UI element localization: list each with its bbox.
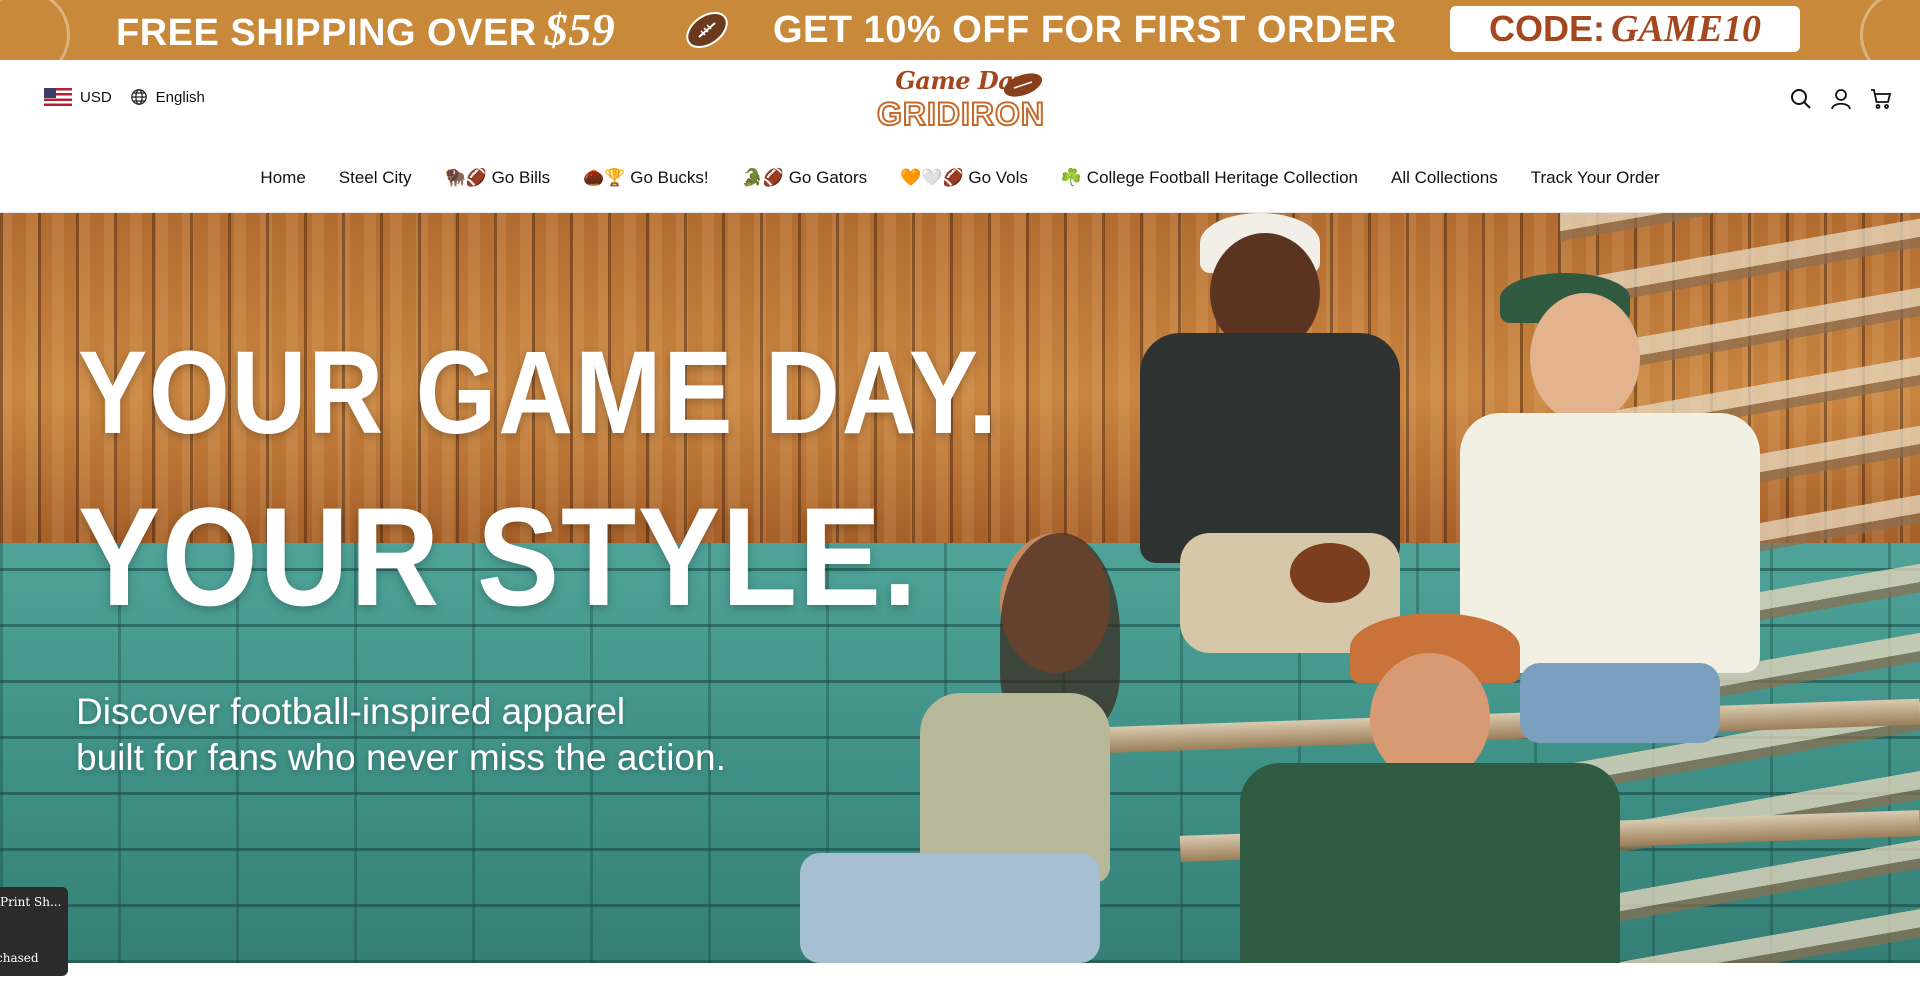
globe-icon (130, 89, 147, 105)
free-shipping-label: FREE SHIPPING OVER (116, 12, 537, 54)
nav-home[interactable]: Home (260, 168, 305, 188)
main-navigation: Home Steel City 🦬🏈 Go Bills 🌰🏆 Go Bucks!… (0, 156, 1920, 200)
nav-steel-city[interactable]: Steel City (339, 168, 412, 188)
first-order-discount-message: GET 10% OFF FOR FIRST ORDER (773, 9, 1397, 51)
popup-purchase-status: chased (0, 951, 39, 965)
promo-code-badge: CODE: GAME10 (1450, 6, 1800, 52)
nav-all-collections[interactable]: All Collections (1391, 168, 1498, 188)
hero-subtext-line-2: built for fans who never miss the action… (76, 737, 726, 778)
site-header: USD English Game Day GRIDIRON (0, 60, 1920, 142)
football-icon (1003, 73, 1043, 97)
nav-go-bucks[interactable]: 🌰🏆 Go Bucks! (583, 168, 708, 188)
popup-product-name: Print Sh... (0, 895, 62, 909)
hero-subtext-line-1: Discover football-inspired apparel (76, 691, 626, 732)
header-actions (1790, 88, 1892, 110)
hero-subtext: Discover football-inspired apparel built… (76, 689, 726, 781)
football-outline-decoration (1860, 0, 1920, 60)
hero-headline-line-1: YOUR GAME DAY. (78, 327, 999, 459)
logo-wordmark: GRIDIRON (876, 95, 1045, 133)
page-bottom-strip (0, 963, 1920, 993)
language-label: English (155, 88, 205, 106)
football-outline-decoration (0, 0, 70, 60)
currency-selector[interactable]: USD (44, 88, 112, 106)
currency-label: USD (80, 88, 112, 106)
promo-code-value: GAME10 (1611, 8, 1761, 50)
football-icon (686, 11, 728, 49)
site-logo[interactable]: Game Day GRIDIRON (876, 66, 1046, 138)
nav-college-football-heritage[interactable]: ☘️ College Football Heritage Collection (1061, 168, 1358, 188)
recent-purchase-popup[interactable]: Print Sh... chased (0, 887, 68, 976)
promo-code-label: CODE: (1489, 8, 1606, 49)
locale-selector: USD English (44, 88, 205, 106)
free-shipping-message: FREE SHIPPING OVER $59 (116, 6, 615, 57)
promo-bar: FREE SHIPPING OVER $59 GET 10% OFF FOR FI… (0, 0, 1920, 60)
cart-icon[interactable] (1870, 88, 1892, 110)
nav-go-gators[interactable]: 🐊🏈 Go Gators (742, 168, 867, 188)
hero-headline-line-2: YOUR STYLE. (78, 478, 919, 635)
account-icon[interactable] (1830, 88, 1852, 110)
nav-track-order[interactable]: Track Your Order (1531, 168, 1660, 188)
hero-banner[interactable]: YOUR GAME DAY. YOUR STYLE. Discover foot… (0, 213, 1920, 963)
hero-photo-person (1180, 613, 1640, 963)
free-shipping-amount: $59 (544, 4, 616, 55)
nav-go-bills[interactable]: 🦬🏈 Go Bills (445, 168, 551, 188)
nav-go-vols[interactable]: 🧡🤍🏈 Go Vols (900, 168, 1028, 188)
us-flag-icon (44, 88, 72, 106)
search-icon[interactable] (1790, 88, 1812, 110)
language-selector[interactable]: English (130, 88, 205, 106)
